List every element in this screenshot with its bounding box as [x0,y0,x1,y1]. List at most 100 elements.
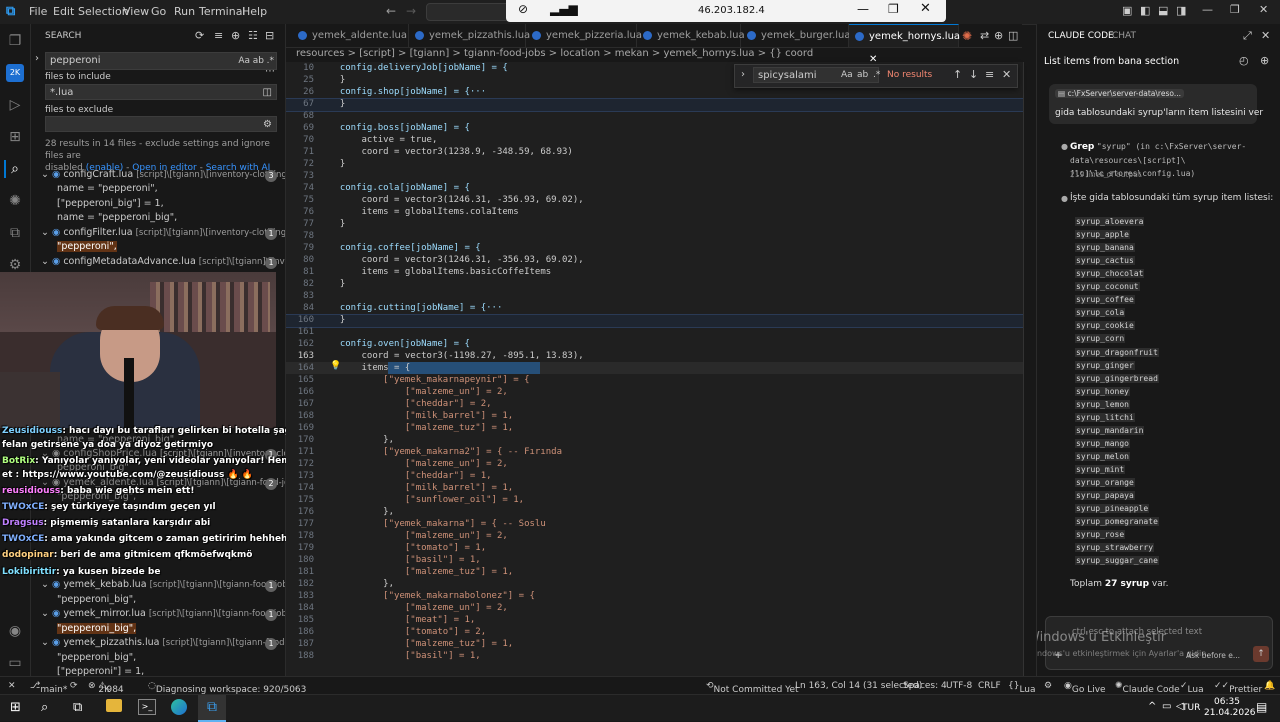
files-exclude-input[interactable]: ⚙ [45,116,277,132]
remote-indicator-icon[interactable]: ✕ [8,681,16,691]
maximize-panel-icon[interactable]: ⤢ [1243,29,1252,43]
code-line[interactable]: ["tomato"] = 2, [329,627,486,637]
branch-indicator[interactable]: ⎇ main* [30,681,67,695]
result-file[interactable]: ⌄ ◉ configMetadataAdvance.lua [script]\[… [41,256,285,267]
split-editor-icon[interactable]: ◫ [1008,29,1018,42]
result-file[interactable]: ⌄ ◉ configFilter.lua [script]\[tgiann]\[… [41,227,285,238]
code-line[interactable]: } [329,279,345,289]
toggle-replace-icon[interactable]: › [35,53,39,64]
layout-icon[interactable]: ▣ [1122,4,1132,17]
menu-view[interactable]: View [123,5,149,18]
result-line[interactable]: ["pepperoni_big"] = 1, [57,198,164,209]
result-line[interactable]: "pepperoni_big", [57,652,136,663]
code-line[interactable]: ["cheddar"] = 2, [329,399,492,409]
close-panel-icon[interactable]: ✕ [1261,29,1270,42]
code-line[interactable]: ["malzeme_un"] = 2, [329,387,508,397]
file-explorer-icon[interactable] [106,699,122,712]
manage-icon[interactable]: ▭ [6,654,24,672]
forward-arrow-icon[interactable]: → [406,4,416,18]
task-view-icon[interactable]: ⧉ [73,700,82,715]
not-committed-status[interactable]: ⟲ Not Committed Yet [706,681,799,695]
claude-code-status[interactable]: ✺ Claude Code [1115,681,1180,695]
lua-status[interactable]: ✓ Lua [1180,681,1204,695]
code-line[interactable]: ["milk_barrel"] = 1, [329,411,513,421]
code-line[interactable]: ["malzeme_tuz"] = 1, [329,567,513,577]
line-ending[interactable]: CRLF [978,681,1001,691]
new-session-icon[interactable]: ⊕ [1260,54,1269,67]
menu-terminal[interactable]: Terminal [199,5,246,18]
next-match-icon[interactable]: ↓ [969,68,978,81]
code-line[interactable]: ["sunflower_oil"] = 1, [329,495,524,505]
send-icon[interactable]: ↑ [1253,646,1269,662]
toggle-panel-icon[interactable]: ⬓ [1158,4,1168,17]
context-chip[interactable]: ▤ c:\FxServer\server-data\reso... [1055,89,1184,98]
feedback-icon[interactable]: ⚙ [1044,681,1052,691]
rdp-restore-icon[interactable]: ❐ [888,2,899,16]
code-line[interactable]: }, [329,435,394,445]
code-line[interactable]: config.oven[jobName] = { [329,339,470,349]
code-line[interactable]: } [329,75,345,85]
code-line[interactable]: config.coffee[jobName] = { [329,243,481,253]
code-line[interactable]: config.shop[jobName] = {··· [329,87,486,97]
code-line[interactable]: ["cheddar"] = 1, [329,471,492,481]
result-line[interactable]: "pepperoni", [57,241,117,252]
menu-selection[interactable]: Selection [78,5,129,18]
code-line[interactable]: coord = vector3(1246.31, -356.93, 69.02)… [329,195,584,205]
search-icon[interactable]: ⌕ [4,160,24,178]
close-icon[interactable]: ✕ [1259,3,1268,16]
tab-claude-code[interactable]: CLAUDE CODE [1048,31,1114,41]
regex-icon[interactable]: .* [873,70,880,80]
code-line[interactable]: } [329,315,345,325]
notifications-icon[interactable]: 🔔 [1264,681,1275,691]
toggle-sidebar-icon[interactable]: ◧ [1140,4,1150,17]
code-line[interactable]: ["yemek_makarnabolonez"] = { [329,591,535,601]
code-line[interactable]: } [329,159,345,169]
code-line[interactable]: ["malzeme_tuz"] = 1, [329,639,513,649]
code-line[interactable]: ["yemek_makarna"] = { -- Soslu [329,519,546,529]
sparkle-icon[interactable]: ✺ [6,192,24,210]
restore-icon[interactable]: ❐ [1230,3,1240,16]
notification-center-icon[interactable]: ▤ [1256,700,1267,714]
code-line[interactable]: coord = vector3(1246.31, -356.93, 69.02)… [329,255,584,265]
code-line[interactable]: ["meat"] = 1, [329,615,475,625]
go-live-button[interactable]: ◉ Go Live [1064,681,1106,695]
code-line[interactable]: ["malzeme_un"] = 2, [329,603,508,613]
vscode-taskbar-icon[interactable]: ⧉ [198,695,226,722]
explorer-icon[interactable]: ❐ [6,32,24,50]
minimize-icon[interactable]: — [1202,3,1213,16]
refresh-icon[interactable]: ⟳ [195,29,204,42]
remote-explorer-icon[interactable]: ⧉ [6,224,24,242]
tab-yemek-burger[interactable]: yemek_burger.lua [741,24,851,47]
network-icon[interactable]: ▭ [1162,701,1171,712]
code-line[interactable]: } [329,219,345,229]
result-file[interactable]: ⌄ ◉ yemek_pizzathis.lua [script]\[tgiann… [41,637,285,648]
code-line[interactable]: ["yemek_makarnapeynir"] = { [329,375,529,385]
collapse-all-icon[interactable]: ⊟ [265,29,274,42]
clock-date[interactable]: 21.04.2026 [1204,708,1256,718]
tab-yemek-pizzeria[interactable]: yemek_pizzeria.lua [526,24,642,47]
result-line[interactable]: "pepperoni_big", [57,623,137,634]
code-line[interactable]: }, [329,507,394,517]
find-in-selection-icon[interactable]: ≡ [985,68,994,81]
tab-yemek-hornys[interactable]: yemek_hornys.lua ✕ [849,24,960,65]
extension-badge-icon[interactable]: 2K [6,64,24,82]
code-line[interactable]: config.cutting[jobName] = {··· [329,303,503,313]
match-case-icon[interactable]: Aa [841,70,853,80]
history-icon[interactable]: ◴ [1239,54,1249,67]
back-arrow-icon[interactable]: ← [386,4,396,18]
result-file[interactable]: ⌄ ◉ configCraft.lua [script]\[tgiann]\[i… [41,169,285,180]
unpin-icon[interactable]: ⊘ [518,2,528,16]
close-find-icon[interactable]: ✕ [1002,68,1011,81]
menu-help[interactable]: Help [242,5,267,18]
run-debug-icon[interactable]: ▷ [6,96,24,114]
result-file[interactable]: ⌄ ◉ yemek_mirror.lua [script]\[tgiann]\[… [41,608,285,619]
code-line[interactable]: ["malzeme_un"] = 2, [329,459,508,469]
result-line[interactable]: name = "pepperoni", [57,183,158,194]
tab-yemek-pizzathis[interactable]: yemek_pizzathis.lua [409,24,530,47]
tray-chevron-icon[interactable]: ^ [1148,701,1156,712]
match-word-icon[interactable]: ab [857,70,868,80]
result-line[interactable]: "pepperoni_big", [57,594,136,605]
clear-results-icon[interactable]: ≡ [214,29,223,42]
menu-edit[interactable]: Edit [53,5,74,18]
clock-time[interactable]: 06:35 [1214,697,1240,707]
